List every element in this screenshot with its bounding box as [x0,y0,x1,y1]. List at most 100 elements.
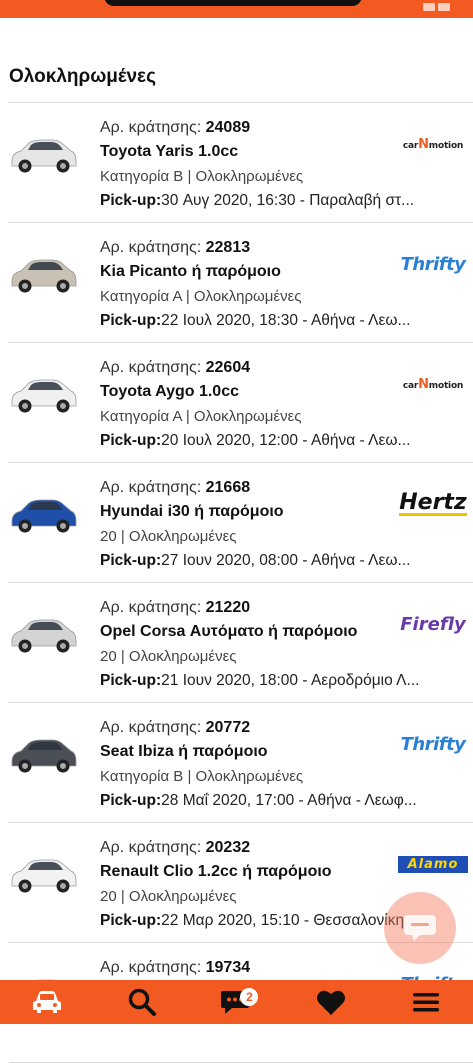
tab-menu[interactable] [396,980,456,1024]
pickup-details: 28 Μαΐ 2020, 17:00 - Αθήνα - Λεωφ... [161,792,417,809]
booking-row[interactable]: Αρ. κράτησης: 20772 Seat Ibiza ή παρόμοι… [9,703,473,823]
car-model: Hyundai i30 ή παρόμοιο [100,503,284,520]
booking-number: 22604 [205,359,251,376]
booking-category: 20 | Ολοκληρωμένες [100,648,237,665]
tab-messages[interactable]: 2 [206,980,266,1024]
booking-category: Κατηγορία Α | Ολοκληρωμένες [100,408,302,425]
booking-number-line: Αρ. κράτησης: 22604 [100,356,390,380]
car-model: Opel Corsa Αυτόματο ή παρόμοιο [100,623,358,640]
booking-number-line: Αρ. κράτησης: 20232 [100,836,390,860]
pickup-line: Pick-up:27 Ιουν 2020, 08:00 - Αθήνα - Λε… [100,549,465,573]
booking-row[interactable]: Αρ. κράτησης: 21220 Opel Corsa Αυτόματο … [9,583,473,703]
booking-number-label: Αρ. κράτησης: [100,959,202,976]
booking-number-label: Αρ. κράτησης: [100,839,202,856]
car-image [11,379,77,413]
booking-number: 20772 [205,719,251,736]
company-logo: Alamo [397,855,469,873]
company-logo-container: carNmotion [399,371,467,397]
booking-category: 20 | Ολοκληρωμένες [100,888,237,905]
pickup-label: Pick-up: [100,552,162,569]
booking-number-line: Αρ. κράτησης: 24089 [100,116,390,140]
booking-number-label: Αρ. κράτησης: [100,239,202,256]
tab-favorites[interactable] [301,980,361,1024]
pickup-line: Pick-up:21 Ιουν 2020, 18:00 - Αεροδρόμιο… [100,669,465,693]
pickup-details: 30 Αυγ 2020, 16:30 - Παραλαβή στ... [161,192,415,209]
car-image [11,259,77,293]
booking-number-label: Αρ. κράτησης: [100,359,202,376]
pickup-details: 21 Ιουν 2020, 18:00 - Αεροδρόμιο Λ... [161,672,420,689]
dynamic-island [104,0,362,6]
booking-number: 20232 [205,839,251,856]
booking-number: 22813 [205,239,251,256]
booking-number-label: Αρ. κράτησης: [100,119,202,136]
chat-fab-button[interactable] [384,892,456,964]
booking-row[interactable]: Αρ. κράτησης: 21668 Hyundai i30 ή παρόμο… [9,463,473,583]
tab-search[interactable] [112,980,172,1024]
booking-number-line: Αρ. κράτησης: 22813 [100,236,390,260]
company-logo: Hertz [399,489,467,516]
pickup-details: 22 Ιουλ 2020, 18:30 - Αθήνα - Λεω... [161,312,411,329]
company-logo: Firefly [400,613,466,635]
company-logo: Thrifty [400,253,466,275]
pickup-label: Pick-up: [100,432,162,449]
car-image [11,619,77,653]
pickup-label: Pick-up: [100,312,162,329]
booking-number-line: Αρ. κράτησης: 21220 [100,596,390,620]
company-logo: carNmotion [402,136,464,152]
booking-details: Αρ. κράτησης: 22813 Kia Picanto ή παρόμο… [100,236,410,333]
pickup-line [100,1029,465,1053]
pickup-line: Pick-up:20 Ιουλ 2020, 12:00 - Αθήνα - Λε… [100,429,465,453]
pickup-label: Pick-up: [100,792,162,809]
search-icon [128,988,156,1016]
pickup-line: Pick-up:28 Μαΐ 2020, 17:00 - Αθήνα - Λεω… [100,789,465,813]
booking-number-label: Αρ. κράτησης: [100,719,202,736]
car-model: Renault Clio 1.2cc ή παρόμοιο [100,863,332,880]
company-logo-container: Firefly [399,611,467,637]
booking-details: Αρ. κράτησης: 21220 Opel Corsa Αυτόματο … [100,596,419,693]
booking-number-line: Αρ. κράτησης: 21668 [100,476,390,500]
car-image [11,739,77,773]
chat-icon [404,915,436,941]
booking-number-line: Αρ. κράτησης: 20772 [100,716,390,740]
booking-number: 24089 [205,119,251,136]
booking-category: Κατηγορία Β | Ολοκληρωμένες [100,168,304,185]
pickup-line: Pick-up:30 Αυγ 2020, 16:30 - Παραλαβή στ… [100,189,465,213]
heart-icon [317,990,346,1015]
bottom-tab-bar: 2 [0,980,473,1024]
car-model: Toyota Yaris 1.0cc [100,143,239,160]
company-logo-container: Hertz [399,491,467,517]
booking-category: Κατηγορία Β | Ολοκληρωμένες [100,768,304,785]
car-image [11,859,77,893]
company-logo-container: Alamo [397,851,469,877]
pickup-line: Pick-up:22 Ιουλ 2020, 18:30 - Αθήνα - Λε… [100,309,465,333]
company-logo-container: Thrifty [399,731,467,757]
booking-details: Αρ. κράτησης: 20772 Seat Ibiza ή παρόμοι… [100,716,417,813]
booking-category: 20 | Ολοκληρωμένες [100,528,237,545]
booking-category: Κατηγορία Α | Ολοκληρωμένες [100,288,302,305]
status-icons [423,0,463,11]
booking-row[interactable]: Αρ. κράτησης: 22604 Toyota Aygo 1.0cc Κα… [9,343,473,463]
tab-bookings[interactable] [17,980,77,1024]
car-model: Seat Ibiza ή παρόμοιο [100,743,268,760]
company-logo: carNmotion [402,376,464,392]
pickup-label: Pick-up: [100,912,162,929]
car-model: Toyota Aygo 1.0cc [100,383,239,400]
company-logo: Thrifty [400,733,466,755]
status-bar [0,0,473,18]
booking-number: 19734 [205,959,251,976]
booking-details: Αρ. κράτησης: 20232 Renault Clio 1.2cc ή… [100,836,417,933]
booking-number-label: Αρ. κράτησης: [100,479,202,496]
car-model: Kia Picanto ή παρόμοιο [100,263,281,280]
page-title: Ολοκληρωμένες [9,66,156,87]
booking-number-line: Αρ. κράτησης: 19734 [100,956,390,980]
pickup-label: Pick-up: [100,672,162,689]
booking-details: Αρ. κράτησης: 24089 Toyota Yaris 1.0cc Κ… [100,116,414,213]
pickup-details: 27 Ιουν 2020, 08:00 - Αθήνα - Λεω... [161,552,411,569]
booking-details: Αρ. κράτησης: 22604 Toyota Aygo 1.0cc Κα… [100,356,410,453]
car-image [11,139,77,173]
booking-row[interactable]: Αρ. κράτησης: 22813 Kia Picanto ή παρόμο… [9,223,473,343]
booking-number: 21668 [205,479,251,496]
menu-icon [412,993,439,1012]
booking-row[interactable]: Αρ. κράτησης: 24089 Toyota Yaris 1.0cc Κ… [9,103,473,223]
messages-badge: 2 [240,988,259,1006]
